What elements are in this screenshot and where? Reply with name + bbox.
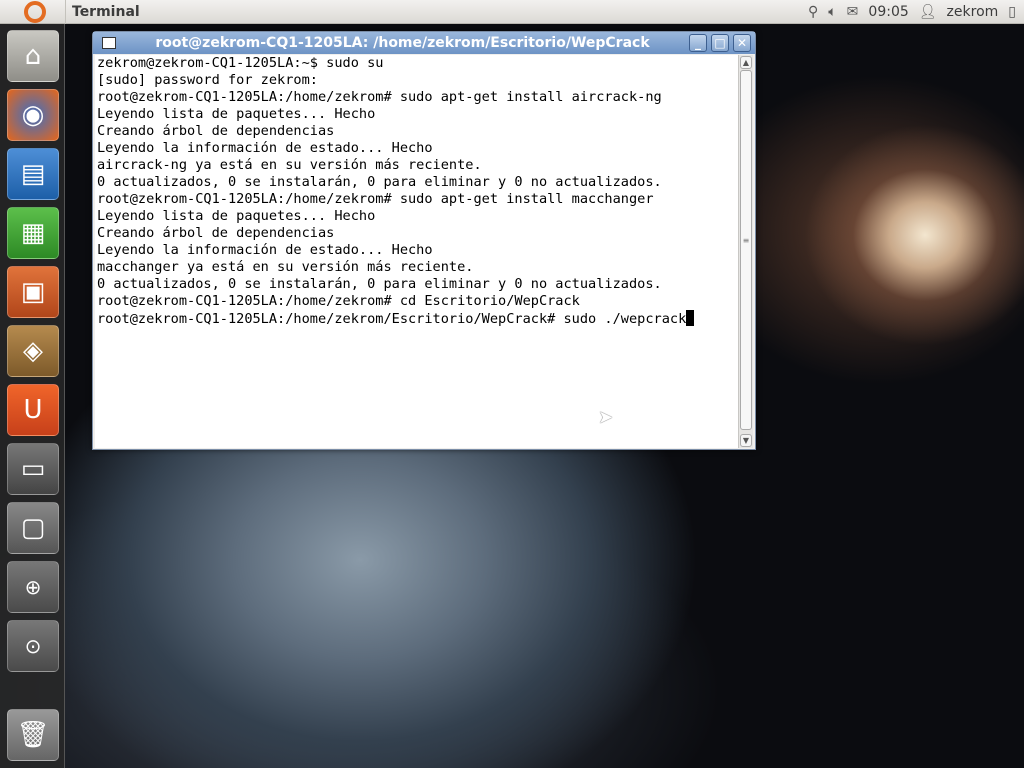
network-icon[interactable]: ⚲ — [808, 4, 818, 20]
trash-icon[interactable]: 🗑︎ — [7, 709, 59, 761]
terminal-line: 0 actualizados, 0 se instalarán, 0 para … — [97, 276, 738, 293]
maximize-button[interactable]: □ — [711, 34, 729, 52]
mail-icon[interactable]: ✉ — [847, 4, 859, 20]
firefox-icon[interactable]: ◉ — [7, 89, 59, 141]
divider — [65, 0, 66, 24]
terminal-output[interactable]: zekrom@zekrom-CQ1-1205LA:~$ sudo su [sudo… — [95, 55, 738, 448]
terminal-line-text: [sudo] password for zekrom: — [97, 72, 318, 88]
scroll-down-arrow-icon[interactable]: ▼ — [740, 434, 752, 447]
ubuntu-one-icon[interactable]: U — [7, 384, 59, 436]
terminal-line: 0 actualizados, 0 se instalarán, 0 para … — [97, 174, 738, 191]
terminal-line: Creando árbol de dependencias — [97, 225, 738, 242]
terminal-line: root@zekrom-CQ1-1205LA:/home/zekrom# sud… — [97, 89, 738, 106]
terminal-line: Leyendo la información de estado... Hech… — [97, 140, 738, 157]
active-app-title: Terminal — [72, 3, 140, 20]
terminal-icon[interactable]: ▭ — [7, 443, 59, 495]
terminal-line-text: root@zekrom-CQ1-1205LA:/home/zekrom# cd … — [97, 293, 580, 309]
terminal-line-text: aircrack-ng ya está en su versión más re… — [97, 157, 482, 173]
scroll-up-arrow-icon[interactable]: ▲ — [740, 56, 752, 69]
terminal-line: aircrack-ng ya está en su versión más re… — [97, 157, 738, 174]
terminal-line: Leyendo la información de estado... Hech… — [97, 242, 738, 259]
terminal-line: root@zekrom-CQ1-1205LA:/home/zekrom# cd … — [97, 293, 738, 310]
terminal-line: Creando árbol de dependencias — [97, 123, 738, 140]
minimize-button[interactable]: _ — [689, 34, 707, 52]
zoom-document-icon[interactable]: ⊙ — [7, 620, 59, 672]
terminal-line: Leyendo lista de paquetes... Hecho — [97, 106, 738, 123]
impress-icon[interactable]: ▣ — [7, 266, 59, 318]
calc-icon[interactable]: ▦ — [7, 207, 59, 259]
scroll-thumb[interactable]: ≡ — [740, 70, 752, 430]
terminal-line-text: root@zekrom-CQ1-1205LA:/home/zekrom/Escr… — [97, 311, 687, 327]
launcher: ⌂ ◉ ▤ ▦ ▣ ◈ U ▭ ▢ ⊕ ⊙ 🗑︎ — [0, 24, 65, 768]
terminal-line-text: Creando árbol de dependencias — [97, 225, 335, 241]
text-cursor — [686, 310, 695, 326]
terminal-line-text: 0 actualizados, 0 se instalarán, 0 para … — [97, 174, 662, 190]
workspaces-icon[interactable]: ▢ — [7, 502, 59, 554]
terminal-line-text: Creando árbol de dependencias — [97, 123, 335, 139]
ubuntu-logo-icon[interactable] — [24, 0, 46, 23]
terminal-line: [sudo] password for zekrom: — [97, 72, 738, 89]
user-name[interactable]: zekrom — [947, 4, 999, 20]
terminal-line: Leyendo lista de paquetes... Hecho — [97, 208, 738, 225]
user-icon[interactable]: 👤︎ — [919, 4, 937, 20]
clock[interactable]: 09:05 — [868, 4, 908, 20]
volume-icon[interactable]: 🔈︎ — [828, 4, 836, 20]
terminal-line-text: macchanger ya está en su versión más rec… — [97, 259, 474, 275]
terminal-line-text: zekrom@zekrom-CQ1-1205LA:~$ sudo su — [97, 55, 384, 71]
terminal-line-text: root@zekrom-CQ1-1205LA:/home/zekrom# sud… — [97, 89, 662, 105]
power-icon[interactable]: ▯ — [1008, 4, 1016, 20]
terminal-line-text: Leyendo la información de estado... Hech… — [97, 242, 433, 258]
top-panel: Terminal ⚲ 🔈︎ ✉ 09:05 👤︎ zekrom ▯ — [0, 0, 1024, 24]
terminal-line: zekrom@zekrom-CQ1-1205LA:~$ sudo su — [97, 55, 738, 72]
zoom-in-icon[interactable]: ⊕ — [7, 561, 59, 613]
terminal-line-text: Leyendo la información de estado... Hech… — [97, 140, 433, 156]
software-center-icon[interactable]: ◈ — [7, 325, 59, 377]
home-folder-icon[interactable]: ⌂ — [7, 30, 59, 82]
terminal-icon — [102, 37, 116, 49]
terminal-line-text: Leyendo lista de paquetes... Hecho — [97, 208, 376, 224]
terminal-window: root@zekrom-CQ1-1205LA: /home/zekrom/Esc… — [92, 31, 756, 450]
writer-icon[interactable]: ▤ — [7, 148, 59, 200]
terminal-line: root@zekrom-CQ1-1205LA:/home/zekrom/Escr… — [97, 310, 738, 328]
terminal-line-text: Leyendo lista de paquetes... Hecho — [97, 106, 376, 122]
window-titlebar[interactable]: root@zekrom-CQ1-1205LA: /home/zekrom/Esc… — [93, 32, 755, 54]
terminal-line-text: 0 actualizados, 0 se instalarán, 0 para … — [97, 276, 662, 292]
scrollbar[interactable]: ▲ ≡ ▼ — [738, 55, 753, 448]
terminal-line: macchanger ya está en su versión más rec… — [97, 259, 738, 276]
close-button[interactable]: ✕ — [733, 34, 751, 52]
mouse-pointer-icon: ➤ — [598, 407, 614, 428]
terminal-line-text: root@zekrom-CQ1-1205LA:/home/zekrom# sud… — [97, 191, 654, 207]
window-title: root@zekrom-CQ1-1205LA: /home/zekrom/Esc… — [155, 35, 650, 51]
terminal-line: root@zekrom-CQ1-1205LA:/home/zekrom# sud… — [97, 191, 738, 208]
